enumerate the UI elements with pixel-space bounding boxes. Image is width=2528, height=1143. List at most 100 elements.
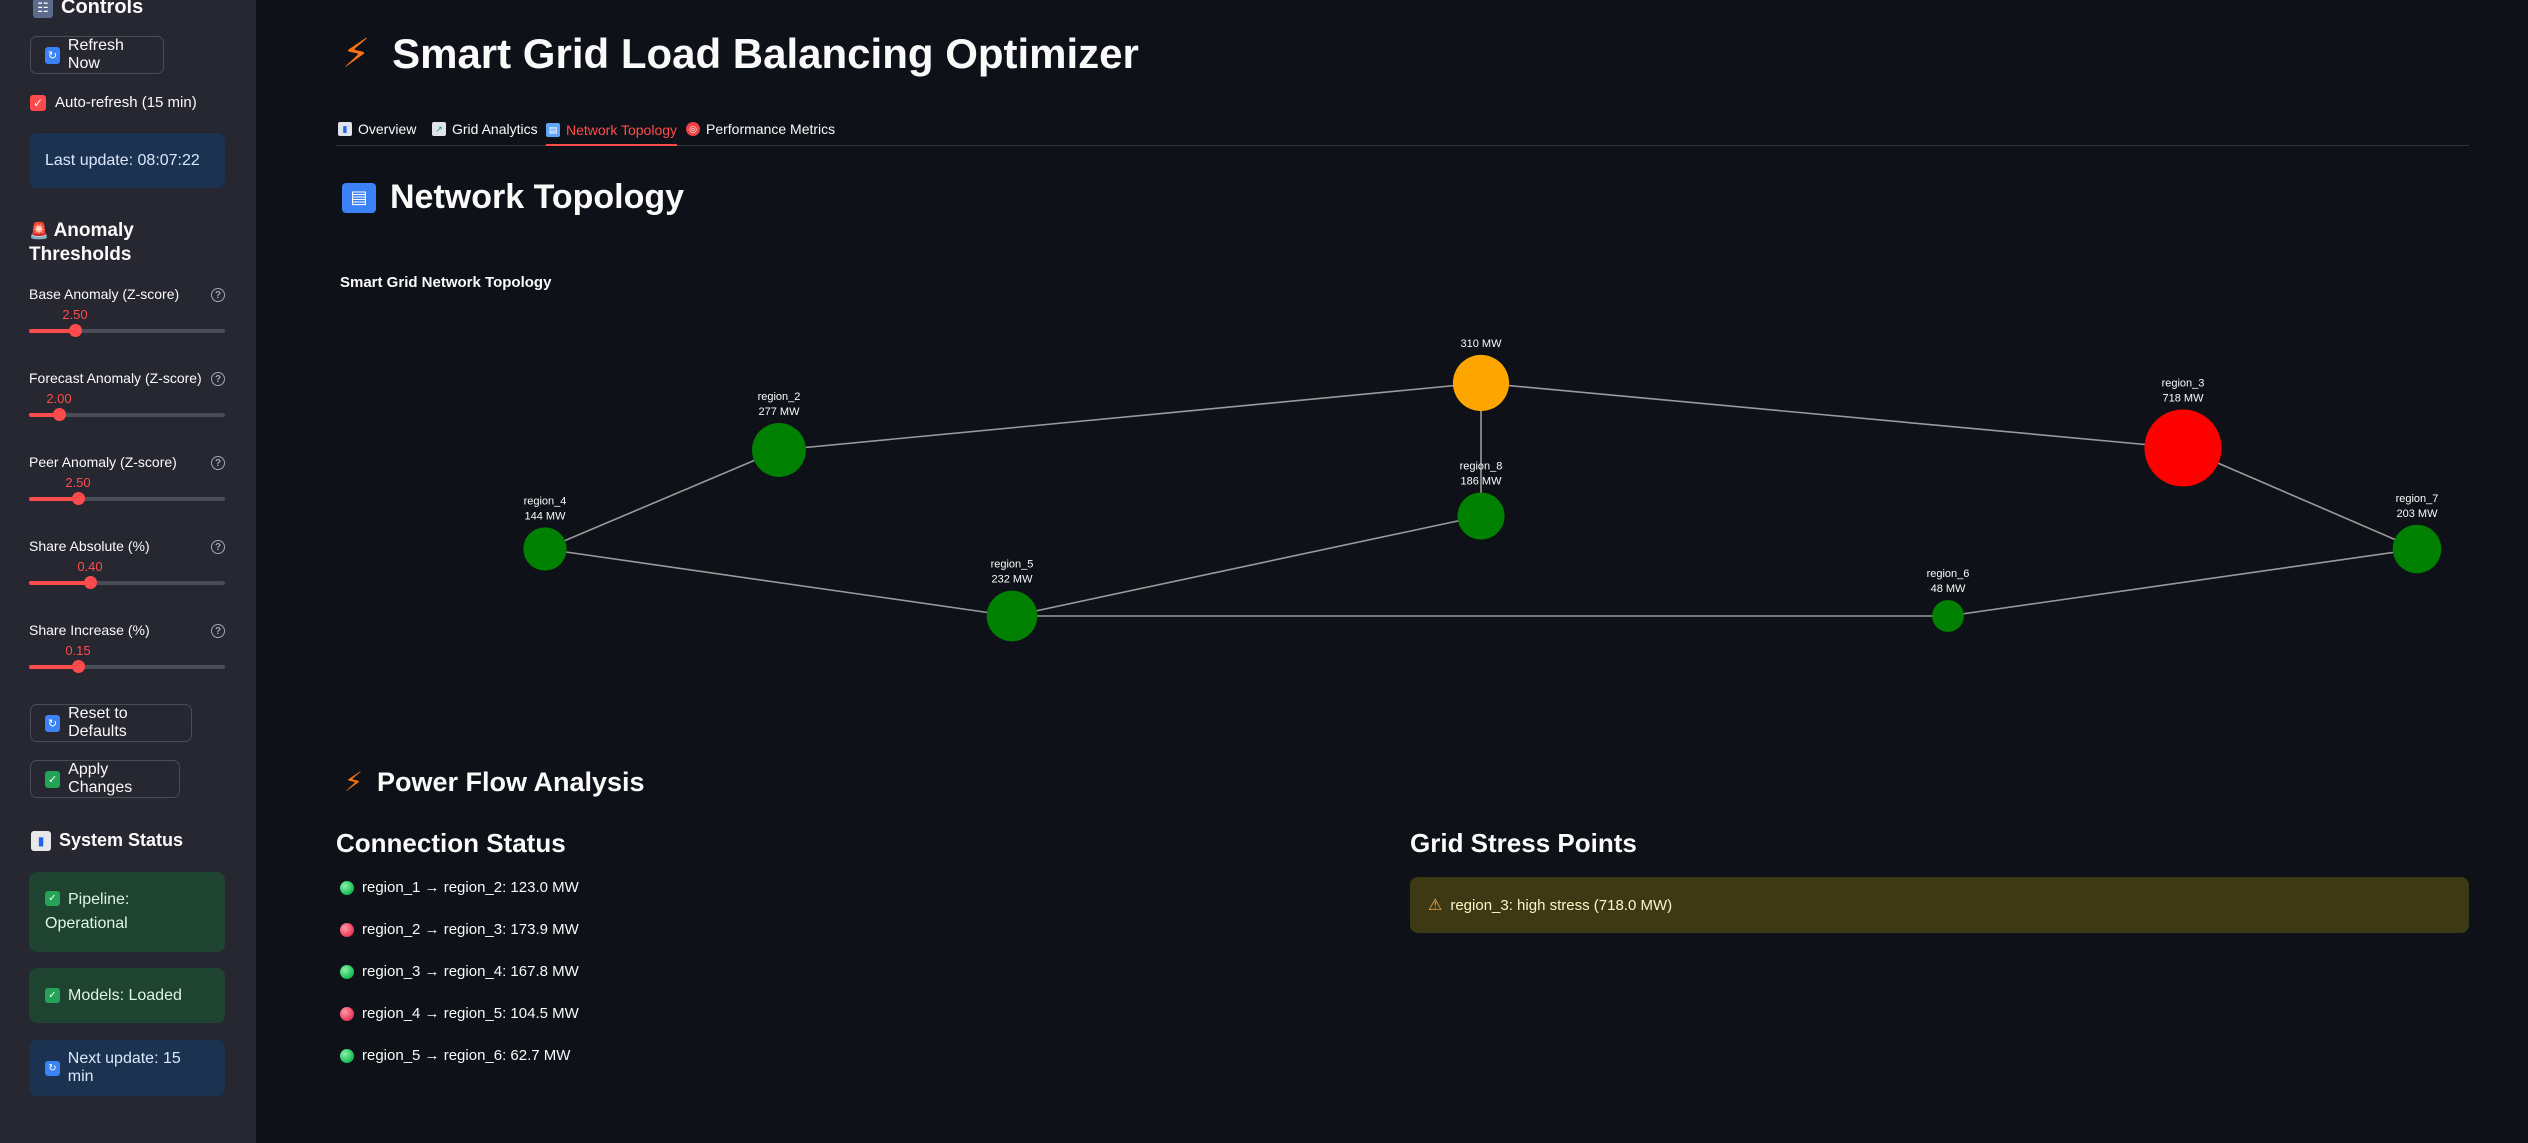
network-edge [778,382,1482,451]
refresh-now-button[interactable]: ↻ Refresh Now [30,36,164,74]
line-chart-icon: ↗ [432,122,446,136]
slider-thumb[interactable] [72,660,85,673]
anomaly-thresholds-heading: 🚨 Anomaly Thresholds [29,219,134,267]
slider-label: Base Anomaly (Z-score) [29,286,180,302]
power-flow-heading: ⚡ Power Flow Analysis [344,767,645,798]
node-region_6[interactable] [1932,600,1964,632]
node-mw-label: 203 MW [2397,508,2439,520]
models-status-box: ✓ Models: Loaded [29,968,225,1023]
node-mw-label: 310 MW [1461,338,1503,350]
last-update-text: Last update: 08:07:22 [45,151,200,169]
help-icon[interactable]: ? [211,288,225,302]
node-region_7[interactable] [2392,524,2442,574]
tab-network-topology-label: Network Topology [566,122,678,138]
node-name-label: region_8 [1460,460,1503,472]
tab-overview-label: Overview [358,121,417,137]
last-update-box: Last update: 08:07:22 [29,133,225,188]
connection-text: region_5 → region_6: 62.7 MW [362,1047,571,1064]
network-edge [1480,382,2184,449]
page-title: ⚡ Smart Grid Load Balancing Optimizer [342,30,1139,78]
node-region_1[interactable] [1452,354,1510,412]
slider-label: Share Absolute (%) [29,538,150,554]
node-mw-label: 232 MW [992,574,1034,586]
check-icon: ✓ [45,988,60,1003]
node-region_8[interactable] [1457,492,1505,540]
connection-item: region_5 → region_6: 62.7 MW [340,1047,570,1064]
slider-track[interactable] [29,408,225,421]
slider-fill [29,497,78,501]
thresholds-title-line2: Thresholds [29,244,132,265]
tab-grid-analytics[interactable]: ↗ Grid Analytics [432,116,538,142]
node-name-label: region_7 [2396,493,2439,505]
network-edge [544,449,780,550]
grid-stress-title: Grid Stress Points [1410,828,1637,858]
slider-thumb[interactable] [72,492,85,505]
pipeline-status-box: ✓ Pipeline: Operational [29,872,225,952]
node-mw-label: 186 MW [1461,475,1503,487]
help-icon[interactable]: ? [211,372,225,386]
slider-value: 0.40 [77,559,103,574]
lightning-icon: ⚡ [342,32,371,76]
network-topology-chart: 310 MW 277 MW region_2 718 MW region_3 144 MW… [523,338,2442,642]
node-region_4[interactable] [523,527,567,571]
network-edge [1947,548,2418,617]
apply-changes-button[interactable]: ✓ Apply Changes [30,760,180,798]
slider-label: Forecast Anomaly (Z-score) [29,370,202,386]
help-icon[interactable]: ? [211,540,225,554]
help-icon[interactable]: ? [211,624,225,638]
tab-bar: ▮ Overview ↗ Grid Analytics ▤ Network To… [336,112,2469,146]
chart-title: Smart Grid Network Topology [340,274,552,291]
slider-thumb[interactable] [53,408,66,421]
map-icon: ▤ [546,123,560,137]
map-icon: ▤ [342,182,376,213]
bar-chart-icon: ▮ [31,830,51,851]
node-name-label: region_2 [758,391,801,403]
tab-grid-analytics-label: Grid Analytics [452,121,538,137]
slider-track[interactable] [29,492,225,505]
node-mw-label: 48 MW [1931,583,1966,595]
slider-value: 2.00 [46,391,72,406]
slider-track[interactable] [29,660,225,673]
check-icon: ✓ [45,891,60,906]
slider-track[interactable] [29,576,225,589]
node-name-label: region_5 [991,559,1034,571]
node-mw-label: 277 MW [759,406,801,418]
bar-chart-icon: ▮ [338,122,352,136]
node-region_5[interactable] [986,590,1038,642]
power-flow-title: Power Flow Analysis [376,767,645,797]
tab-overview[interactable]: ▮ Overview [338,116,416,142]
connection-status-title: Connection Status [336,828,566,858]
green-circle-icon [340,880,354,895]
app-root: ☷ Controls ↻ Refresh Now ✓ Auto-refresh … [0,0,2528,1143]
controls-title: Controls [61,0,144,18]
node-mw-label: 718 MW [2163,392,2205,404]
network-topology-heading: ▤ Network Topology [342,178,684,217]
lightning-icon: ⚡ [344,767,363,797]
tab-performance-metrics[interactable]: ◎ Performance Metrics [686,116,835,142]
node-region_2[interactable] [752,423,806,477]
system-status-heading: ▮ System Status [31,830,183,851]
green-circle-icon [340,964,354,979]
slider-track[interactable] [29,324,225,337]
check-icon: ✓ [45,770,61,788]
slider-label: Peer Anomaly (Z-score) [29,454,177,470]
page-title-text: Smart Grid Load Balancing Optimizer [392,30,1139,77]
auto-refresh-checkbox[interactable]: ✓ [30,95,46,111]
node-region_3[interactable] [2144,409,2222,487]
pipeline-status-text: Pipeline: Operational [45,888,130,936]
node-mw-label: 144 MW [525,510,567,522]
slider-thumb[interactable] [84,576,97,589]
tab-network-topology[interactable]: ▤ Network Topology [546,116,678,146]
slider-thumb[interactable] [69,324,82,337]
network-topology-title: Network Topology [390,178,685,216]
slider-fill [29,665,78,669]
reset-defaults-button[interactable]: ↻ Reset to Defaults [30,704,192,742]
siren-icon: 🚨 [29,223,49,240]
help-icon[interactable]: ? [211,456,225,470]
controls-heading: ☷ Controls [33,0,143,19]
slider-label: Share Increase (%) [29,622,150,638]
pipeline-line1: Pipeline: [68,891,130,908]
models-status-text: Models: Loaded [68,986,182,1004]
red-circle-icon [340,922,354,937]
tab-performance-metrics-label: Performance Metrics [706,121,836,137]
